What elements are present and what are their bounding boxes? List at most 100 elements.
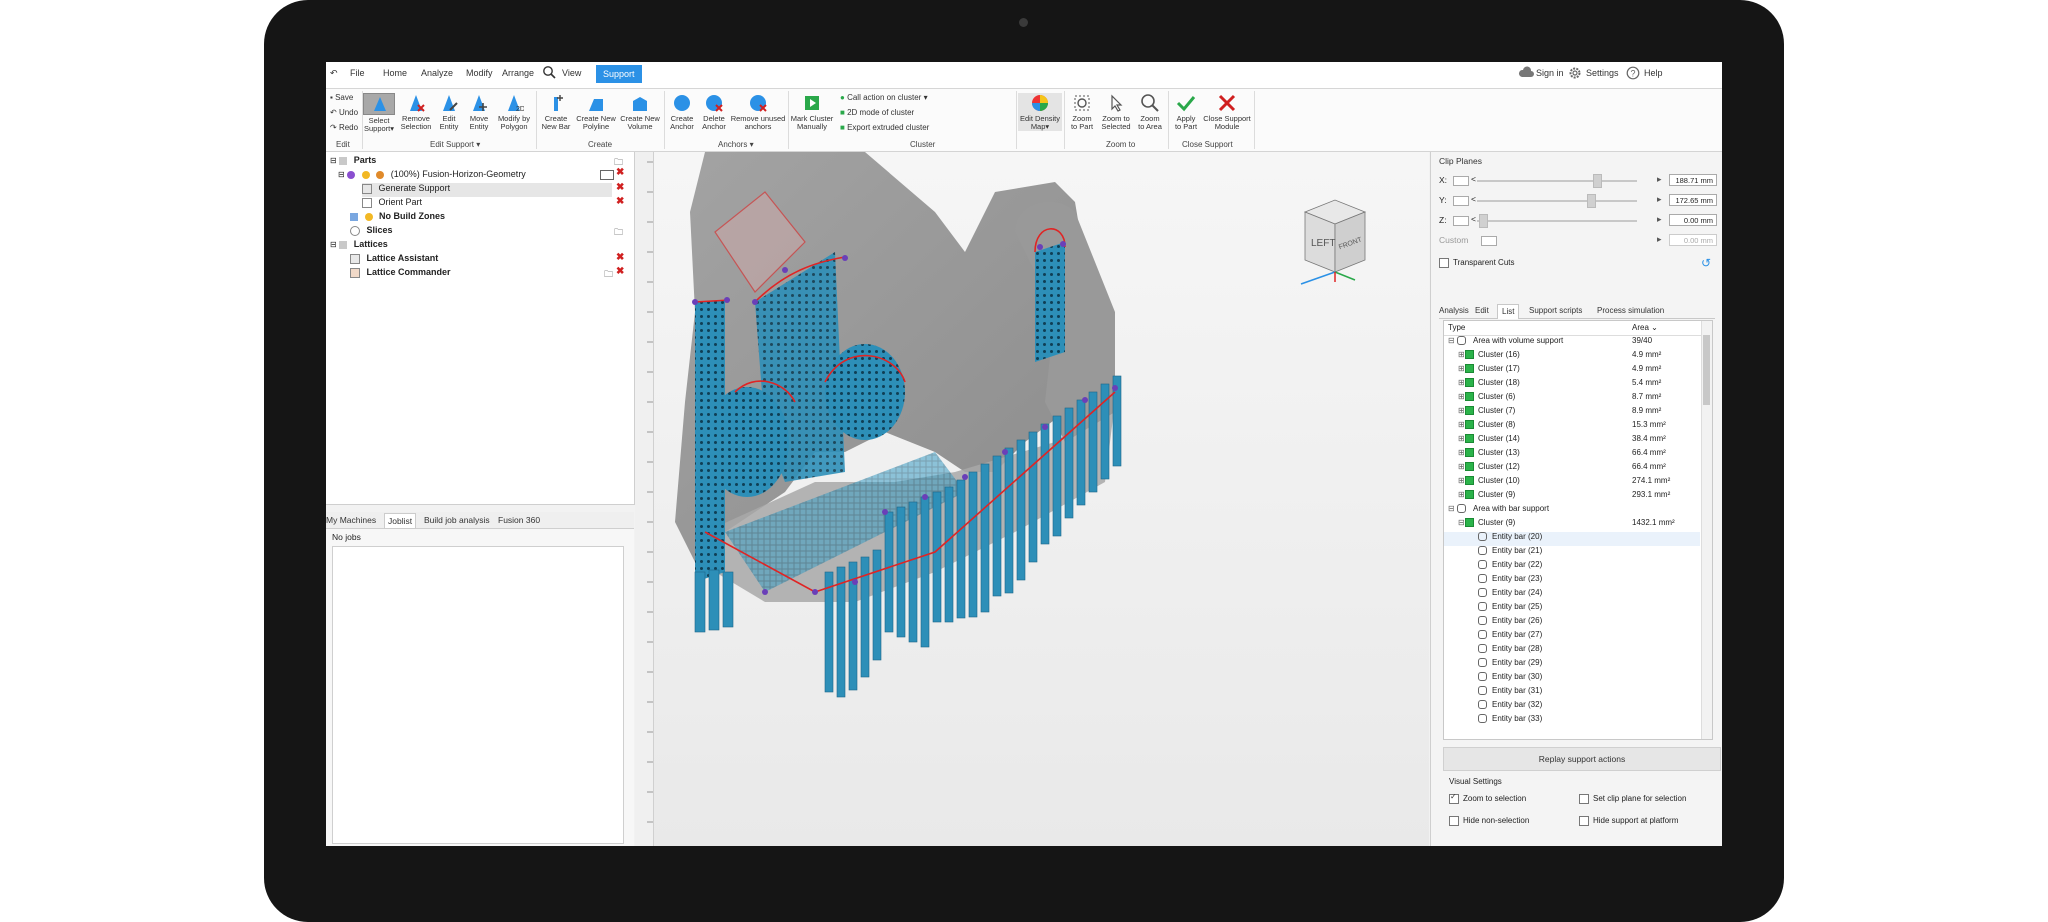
clip-y-value[interactable]: 172.65 mm bbox=[1669, 194, 1717, 206]
edit-entity-button[interactable]: Edit Entity bbox=[434, 93, 464, 131]
list-item[interactable]: ⊞ Cluster (13) 66.4 mm² bbox=[1458, 448, 1712, 462]
list-item[interactable]: Entity bar (27) bbox=[1478, 630, 1712, 644]
hide-support-platform-checkbox[interactable]: Hide support at platform bbox=[1579, 816, 1678, 826]
list-group-volume[interactable]: ⊟ Area with volume support 39/40 bbox=[1448, 336, 1704, 350]
clip-z-slider-knob[interactable] bbox=[1479, 214, 1488, 228]
tab-support-scripts[interactable]: Support scripts bbox=[1529, 306, 1582, 315]
create-new-polyline-button[interactable]: Create New Polyline bbox=[574, 93, 618, 131]
zoom-to-selection-checkbox[interactable]: Zoom to selection bbox=[1449, 792, 1526, 804]
list-item[interactable]: ⊞ Cluster (16) 4.9 mm² bbox=[1458, 350, 1712, 364]
group-label-edit-support[interactable]: Edit Support ▾ bbox=[430, 140, 480, 149]
list-item[interactable]: Entity bar (23) bbox=[1478, 574, 1712, 588]
list-item[interactable]: Entity bar (22) bbox=[1478, 560, 1712, 574]
close-support-module-button[interactable]: Close Support Module bbox=[1202, 93, 1252, 131]
clip-x-side-icon[interactable]: < bbox=[1471, 174, 1476, 184]
menu-tab-view[interactable]: View bbox=[562, 68, 581, 78]
list-group-bar[interactable]: ⊟ Area with bar support bbox=[1448, 504, 1704, 518]
tree-item-lattices[interactable]: ⊟ Lattices bbox=[330, 239, 388, 253]
tree-item-lattice-assistant[interactable]: Lattice Assistant bbox=[350, 253, 438, 267]
modify-by-polygon-button[interactable]: 2D Modify by Polygon bbox=[494, 93, 534, 131]
cloud-icon[interactable] bbox=[1518, 66, 1534, 80]
clip-x-arrow-icon[interactable]: ▸ bbox=[1657, 174, 1662, 185]
replay-support-actions-button[interactable]: Replay support actions bbox=[1443, 747, 1721, 771]
clip-z-side-icon[interactable]: < bbox=[1471, 214, 1476, 224]
export-extruded-cluster-button[interactable]: ■ Export extruded cluster bbox=[840, 123, 929, 132]
lattice-commander-folder-icon[interactable]: 🗀 bbox=[604, 267, 613, 283]
list-item[interactable]: ⊞ Cluster (14) 38.4 mm² bbox=[1458, 434, 1712, 448]
list-item[interactable]: Entity bar (25) bbox=[1478, 602, 1712, 616]
view-cube-left-label[interactable]: LEFT bbox=[1311, 238, 1335, 249]
help-link[interactable]: Help bbox=[1644, 68, 1663, 78]
model-render[interactable]: LEFT FRONT bbox=[635, 152, 1429, 846]
create-anchor-button[interactable]: Create Anchor bbox=[666, 93, 698, 131]
help-icon[interactable]: ? bbox=[1626, 66, 1640, 82]
tab-build-job-analysis[interactable]: Build job analysis bbox=[424, 515, 490, 525]
clip-custom-arrow-icon[interactable]: ▸ bbox=[1657, 234, 1662, 245]
set-clip-plane-checkbox[interactable]: Set clip plane for selection bbox=[1579, 794, 1686, 804]
gear-icon[interactable] bbox=[1568, 66, 1582, 82]
sign-in-link[interactable]: Sign in bbox=[1536, 68, 1564, 78]
delete-anchor-button[interactable]: Delete Anchor bbox=[698, 93, 730, 131]
settings-link[interactable]: Settings bbox=[1586, 68, 1619, 78]
hide-non-selection-checkbox[interactable]: Hide non-selection bbox=[1449, 816, 1529, 826]
remove-unused-anchors-button[interactable]: Remove unused anchors bbox=[730, 93, 786, 131]
list-item[interactable]: Entity bar (24) bbox=[1478, 588, 1712, 602]
tab-list[interactable]: List bbox=[1497, 304, 1520, 319]
edit-density-map-button[interactable]: Edit Density Map▾ bbox=[1018, 93, 1062, 131]
column-area[interactable]: Area ⌄ bbox=[1632, 323, 1658, 332]
list-item[interactable]: Entity bar (30) bbox=[1478, 672, 1712, 686]
remove-lattice-assistant-icon[interactable]: ✖ bbox=[616, 252, 624, 263]
redo-button[interactable]: ↷ Redo bbox=[330, 123, 358, 132]
menu-tab-support[interactable]: Support bbox=[596, 65, 642, 83]
zoom-to-part-button[interactable]: Zoom to Part bbox=[1066, 93, 1098, 131]
remove-selection-button[interactable]: Remove Selection bbox=[398, 93, 434, 131]
remove-orient-part-icon[interactable]: ✖ bbox=[616, 196, 624, 207]
clip-custom-value[interactable]: 0.00 mm bbox=[1669, 234, 1717, 246]
slices-folder-icon[interactable]: 🗀 bbox=[614, 225, 623, 241]
menu-tab-home[interactable]: Home bbox=[383, 68, 407, 78]
clip-x-toggle[interactable] bbox=[1453, 176, 1469, 186]
tab-edit[interactable]: Edit bbox=[1475, 306, 1489, 315]
list-item[interactable]: ⊞ Cluster (9) 293.1 mm² bbox=[1458, 490, 1712, 504]
clip-x-slider[interactable] bbox=[1477, 180, 1637, 182]
column-type[interactable]: Type bbox=[1448, 323, 1465, 332]
tree-item-generate-support[interactable]: Generate Support bbox=[362, 183, 612, 197]
menu-tab-arrange[interactable]: Arrange bbox=[502, 68, 534, 78]
create-new-volume-button[interactable]: Create New Volume bbox=[618, 93, 662, 131]
search-icon[interactable] bbox=[542, 65, 556, 81]
2d-mode-cluster-button[interactable]: ■ 2D mode of cluster bbox=[840, 108, 914, 117]
transparent-cuts-checkbox[interactable]: Transparent Cuts bbox=[1439, 258, 1515, 268]
tree-item-orient-part[interactable]: Orient Part bbox=[362, 197, 422, 211]
undo-button[interactable]: ↶ Undo bbox=[330, 108, 358, 117]
reset-clip-icon[interactable]: ↺ bbox=[1701, 256, 1711, 270]
clip-z-toggle[interactable] bbox=[1453, 216, 1469, 226]
remove-generate-support-icon[interactable]: ✖ bbox=[616, 182, 624, 193]
remove-lattice-commander-icon[interactable]: ✖ bbox=[616, 266, 624, 277]
tab-joblist[interactable]: Joblist bbox=[384, 513, 417, 529]
list-item[interactable]: Entity bar (26) bbox=[1478, 616, 1712, 630]
list-item[interactable]: Entity bar (31) bbox=[1478, 686, 1712, 700]
tree-item-no-build-zones[interactable]: No Build Zones bbox=[350, 211, 445, 225]
back-icon[interactable]: ↶ bbox=[330, 68, 338, 79]
select-support-button[interactable]: Select Support▾ bbox=[362, 93, 396, 133]
save-button[interactable]: ▪ Save bbox=[330, 93, 353, 102]
list-item[interactable]: ⊞ Cluster (10) 274.1 mm² bbox=[1458, 476, 1712, 490]
list-scrollbar[interactable] bbox=[1701, 321, 1712, 739]
remove-part-icon[interactable]: ✖ bbox=[616, 167, 624, 178]
clip-z-arrow-icon[interactable]: ▸ bbox=[1657, 214, 1662, 225]
clip-y-side-icon[interactable]: < bbox=[1471, 194, 1476, 204]
list-item[interactable]: ⊞ Cluster (6) 8.7 mm² bbox=[1458, 392, 1712, 406]
list-item[interactable]: ⊞ Cluster (17) 4.9 mm² bbox=[1458, 364, 1712, 378]
clip-custom-toggle[interactable] bbox=[1481, 236, 1497, 246]
create-new-bar-button[interactable]: Create New Bar bbox=[538, 93, 574, 131]
list-scrollbar-thumb[interactable] bbox=[1703, 335, 1710, 405]
tree-item-slices[interactable]: Slices bbox=[350, 225, 393, 239]
tree-item-lattice-commander[interactable]: Lattice Commander bbox=[350, 267, 451, 281]
clip-y-arrow-icon[interactable]: ▸ bbox=[1657, 194, 1662, 205]
clip-z-value[interactable]: 0.00 mm bbox=[1669, 214, 1717, 226]
clip-y-slider-knob[interactable] bbox=[1587, 194, 1596, 208]
menu-tab-modify[interactable]: Modify bbox=[466, 68, 493, 78]
group-label-anchors[interactable]: Anchors ▾ bbox=[718, 140, 754, 149]
clip-x-value[interactable]: 188.71 mm bbox=[1669, 174, 1717, 186]
move-entity-button[interactable]: Move Entity bbox=[464, 93, 494, 131]
